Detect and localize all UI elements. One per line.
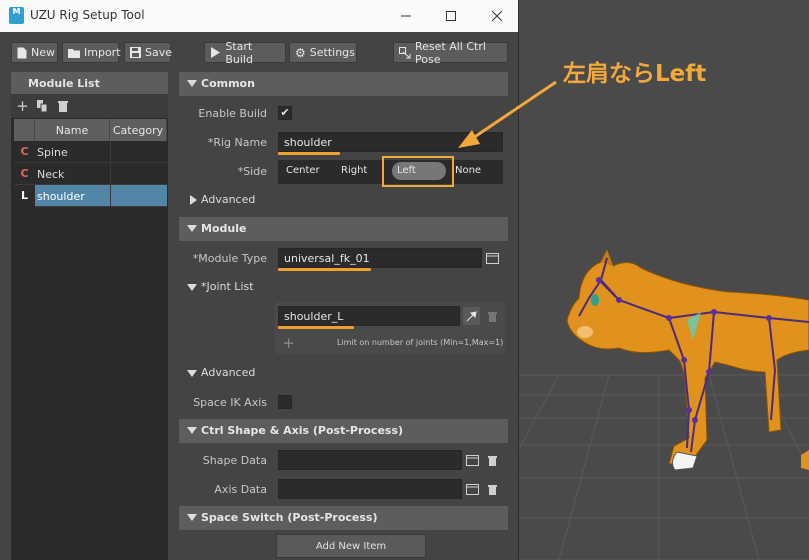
annotation-text: 左肩ならLeft <box>563 61 707 87</box>
